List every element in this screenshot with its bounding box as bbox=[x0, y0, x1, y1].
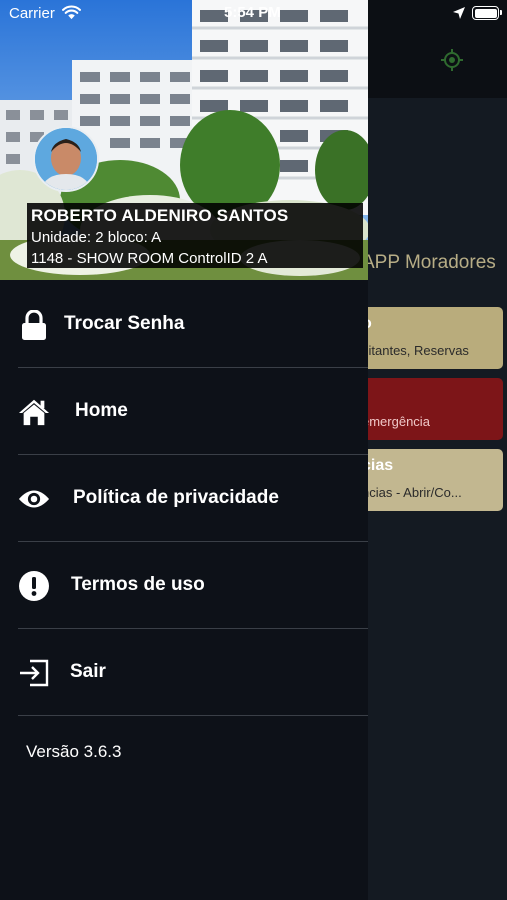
card-subtitle: emergência bbox=[362, 414, 430, 429]
locate-icon[interactable] bbox=[440, 48, 464, 72]
menu-label: Termos de uso bbox=[71, 574, 205, 595]
wifi-icon bbox=[62, 5, 81, 20]
menu-label: Política de privacidade bbox=[73, 487, 279, 508]
navigation-drawer: ROBERTO ALDENIRO SANTOS Unidade: 2 bloco… bbox=[0, 0, 368, 900]
exclamation-icon bbox=[18, 570, 50, 602]
status-time: 5:54 PM bbox=[224, 4, 281, 21]
drawer-header-image: ROBERTO ALDENIRO SANTOS Unidade: 2 bloco… bbox=[0, 0, 368, 280]
app-version: Versão 3.6.3 bbox=[26, 742, 122, 761]
lock-icon bbox=[18, 309, 50, 341]
background-card-access[interactable]: cias ncias - Abrir/Co... bbox=[352, 449, 503, 511]
user-unit: Unidade: 2 bloco: A bbox=[31, 229, 162, 246]
user-avatar[interactable] bbox=[33, 126, 99, 192]
menu-label: Trocar Senha bbox=[64, 313, 185, 334]
home-icon bbox=[18, 396, 50, 428]
user-photo bbox=[35, 128, 97, 190]
menu-item-terms-of-use[interactable]: Termos de uso bbox=[18, 542, 368, 629]
menu-item-home[interactable]: Home bbox=[18, 368, 368, 455]
background-card-visitors[interactable]: o sitantes, Reservas bbox=[352, 307, 503, 369]
eye-icon bbox=[18, 483, 50, 515]
menu-item-privacy-policy[interactable]: Política de privacidade bbox=[18, 455, 368, 542]
menu-label: Sair bbox=[70, 661, 106, 682]
card-subtitle: ncias - Abrir/Co... bbox=[362, 485, 462, 500]
menu-item-logout[interactable]: Sair bbox=[18, 629, 368, 716]
drawer-menu: Trocar Senha Home Política de privacidad… bbox=[0, 281, 368, 716]
status-bar: Carrier 5:54 PM bbox=[0, 0, 507, 28]
user-info: ROBERTO ALDENIRO SANTOS Unidade: 2 bloco… bbox=[27, 203, 363, 268]
user-condominium: 1148 - SHOW ROOM ControlID 2 A bbox=[31, 250, 268, 267]
menu-item-change-password[interactable]: Trocar Senha bbox=[18, 281, 368, 368]
carrier-label: Carrier bbox=[9, 5, 55, 22]
card-subtitle: sitantes, Reservas bbox=[362, 343, 469, 358]
user-name: ROBERTO ALDENIRO SANTOS bbox=[31, 206, 289, 225]
location-arrow-icon bbox=[453, 7, 465, 19]
background-card-emergency[interactable]: emergência bbox=[352, 378, 503, 440]
background-app-title: APP Moradores bbox=[362, 252, 496, 273]
logout-icon bbox=[18, 657, 50, 689]
battery-icon bbox=[472, 6, 502, 20]
menu-label: Home bbox=[75, 400, 128, 421]
